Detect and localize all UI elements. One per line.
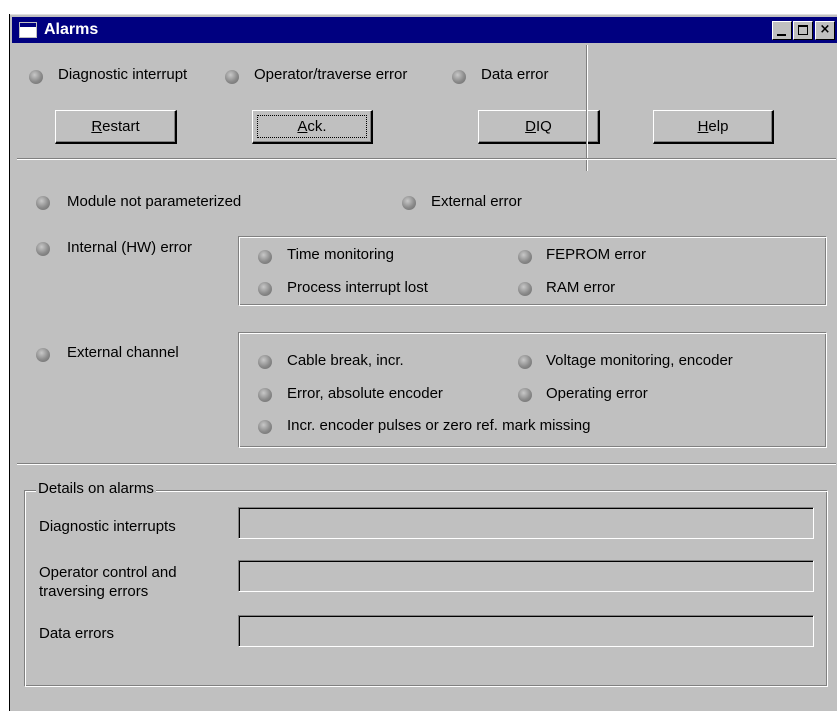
time-monitoring-label: Time monitoring	[287, 246, 394, 263]
maximize-icon	[798, 25, 808, 35]
absolute-encoder-error-led	[258, 388, 272, 402]
operating-error-label: Operating error	[546, 385, 648, 402]
help-button[interactable]: Help	[653, 110, 774, 144]
external-channel-led	[36, 348, 50, 362]
ram-error-led	[518, 282, 532, 296]
help-label: elp	[708, 118, 729, 135]
diagnostic-interrupts-label: Diagnostic interrupts	[39, 518, 176, 535]
diq-label: IQ	[536, 118, 552, 135]
process-interrupt-lost-led	[258, 282, 272, 296]
voltage-monitoring-label: Voltage monitoring, encoder	[546, 352, 733, 369]
operator-errors-label-line2: traversing errors	[39, 583, 149, 600]
bottom-separator	[17, 463, 836, 465]
time-monitoring-led	[258, 250, 272, 264]
external-error-led	[402, 196, 416, 210]
operator-traverse-error-led	[225, 70, 239, 84]
ack-button[interactable]: Ack.	[252, 110, 373, 144]
diagnostic-interrupts-field[interactable]	[238, 507, 814, 539]
details-legend: Details on alarms	[36, 480, 156, 497]
external-channel-label: External channel	[67, 344, 179, 361]
internal-hw-error-led	[36, 242, 50, 256]
data-error-label: Data error	[481, 66, 549, 83]
vertical-separator	[586, 45, 588, 171]
close-button[interactable]: ×	[815, 21, 835, 40]
diq-mnemonic: D	[525, 118, 536, 135]
data-error-led	[452, 70, 466, 84]
incr-encoder-pulses-led	[258, 420, 272, 434]
minimize-icon	[777, 34, 786, 36]
data-errors-label: Data errors	[39, 625, 115, 642]
maximize-button[interactable]	[793, 21, 813, 40]
data-errors-field[interactable]	[238, 615, 814, 647]
internal-hw-error-label: Internal (HW) error	[67, 239, 193, 256]
feprom-error-label: FEPROM error	[546, 246, 647, 263]
diagnostic-interrupt-led	[29, 70, 43, 84]
process-interrupt-lost-label: Process interrupt lost	[287, 279, 428, 296]
absolute-encoder-error-label: Error, absolute encoder	[287, 385, 443, 402]
ram-error-label: RAM error	[546, 279, 616, 296]
window-title: Alarms	[44, 21, 99, 38]
operator-errors-label-line1: Operator control and	[39, 564, 177, 581]
close-icon: ×	[819, 22, 831, 37]
focus-rectangle	[257, 115, 367, 138]
title-bar[interactable]: Alarms ×	[12, 17, 837, 43]
voltage-monitoring-led	[518, 355, 532, 369]
operating-error-led	[518, 388, 532, 402]
module-not-parameterized-label: Module not parameterized	[67, 193, 242, 210]
restart-label: estart	[102, 118, 140, 135]
top-separator	[17, 158, 836, 160]
operator-traverse-error-label: Operator/traverse error	[254, 66, 408, 83]
operator-errors-field[interactable]	[238, 560, 814, 592]
restart-mnemonic: R	[91, 118, 103, 135]
restart-button[interactable]: Restart	[55, 110, 177, 144]
minimize-button[interactable]	[772, 21, 792, 40]
incr-encoder-pulses-label: Incr. encoder pulses or zero ref. mark m…	[287, 417, 591, 434]
help-mnemonic: H	[697, 118, 709, 135]
diq-button[interactable]: DIQ	[478, 110, 600, 144]
module-not-parameterized-led	[36, 196, 50, 210]
feprom-error-led	[518, 250, 532, 264]
window-icon	[19, 22, 37, 38]
alarms-window: Alarms × Diagnostic interrupt Operator/t…	[9, 14, 837, 711]
cable-break-led	[258, 355, 272, 369]
external-error-label: External error	[431, 193, 522, 210]
cable-break-label: Cable break, incr.	[287, 352, 404, 369]
diagnostic-interrupt-label: Diagnostic interrupt	[58, 66, 188, 83]
